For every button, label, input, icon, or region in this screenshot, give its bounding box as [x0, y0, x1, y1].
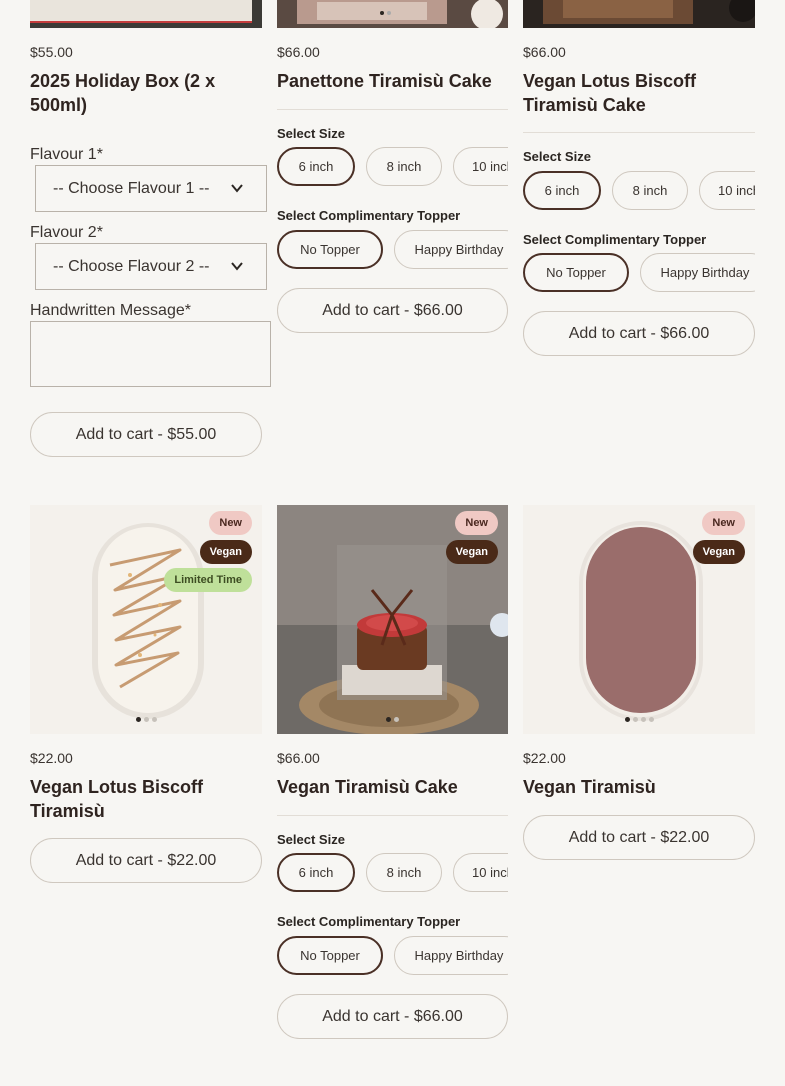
add-to-cart-button[interactable]: Add to cart - $22.00 [30, 838, 262, 883]
product-card-lotus-tiramisu: New Vegan Limited Time $22.00 Vegan Lotu… [30, 505, 262, 885]
chevron-down-icon [231, 262, 243, 271]
size-option-10[interactable]: 10 inch [453, 147, 508, 186]
add-to-cart-button[interactable]: Add to cart - $55.00 [30, 412, 262, 457]
topper-option-birthday[interactable]: Happy Birthday [394, 936, 508, 975]
product-price: $66.00 [277, 44, 320, 60]
badge-limited-time: Limited Time [164, 568, 252, 592]
flavour1-select[interactable]: -- Choose Flavour 1 -- [35, 165, 267, 212]
badge-new: New [455, 511, 498, 535]
product-card-panettone: $66.00 Panettone Tiramisù Cake Select Si… [277, 0, 508, 340]
flavour2-select[interactable]: -- Choose Flavour 2 -- [35, 243, 267, 290]
product-card-holiday-box: $55.00 2025 Holiday Box (2 x 500ml) Flav… [30, 0, 271, 470]
carousel-dots[interactable] [523, 717, 755, 722]
product-title[interactable]: Vegan Tiramisù Cake [277, 775, 509, 799]
topper-options: No Topper Happy Birthday [277, 935, 508, 977]
topper-option-birthday[interactable]: Happy Birthday [394, 230, 508, 269]
topper-options: No Topper Happy Birthday [277, 229, 508, 271]
badge-vegan: Vegan [692, 540, 745, 564]
message-textarea[interactable] [30, 321, 271, 387]
product-image-lotus-cake[interactable] [523, 0, 755, 28]
size-option-8[interactable]: 8 inch [366, 147, 442, 186]
product-title[interactable]: 2025 Holiday Box (2 x 500ml) [30, 69, 262, 117]
product-image-panettone[interactable] [277, 0, 508, 28]
chevron-down-icon [231, 184, 243, 193]
badge-new: New [702, 511, 745, 535]
divider [277, 109, 508, 110]
badge-new: New [209, 511, 252, 535]
size-label: Select Size [277, 832, 345, 847]
product-price: $66.00 [523, 44, 566, 60]
divider [523, 132, 755, 133]
product-title[interactable]: Vegan Tiramisù [523, 775, 755, 799]
topper-label: Select Complimentary Topper [277, 208, 461, 223]
size-option-6[interactable]: 6 inch [277, 147, 355, 186]
divider [277, 815, 508, 816]
topper-option-none[interactable]: No Topper [523, 253, 629, 292]
carousel-dots[interactable] [30, 717, 262, 722]
topper-label: Select Complimentary Topper [523, 232, 707, 247]
add-to-cart-button[interactable]: Add to cart - $66.00 [277, 994, 508, 1039]
product-price: $22.00 [30, 750, 73, 766]
product-title[interactable]: Panettone Tiramisù Cake [277, 69, 509, 93]
product-image-vegan-cake[interactable]: New Vegan [277, 505, 508, 734]
size-options: 6 inch 8 inch 10 inch [523, 170, 755, 212]
size-label: Select Size [523, 149, 591, 164]
product-image-vegan-tiramisu[interactable]: New Vegan [523, 505, 755, 734]
size-option-8[interactable]: 8 inch [366, 853, 442, 892]
size-option-10[interactable]: 10 inch [453, 853, 508, 892]
size-option-6[interactable]: 6 inch [523, 171, 601, 210]
product-title[interactable]: Vegan Lotus Biscoff Tiramisù [30, 775, 262, 823]
flavour2-value: -- Choose Flavour 2 -- [53, 257, 210, 275]
flavour1-value: -- Choose Flavour 1 -- [53, 179, 210, 197]
add-to-cart-button[interactable]: Add to cart - $66.00 [277, 288, 508, 333]
size-options: 6 inch 8 inch 10 inch [277, 146, 508, 188]
size-option-6[interactable]: 6 inch [277, 853, 355, 892]
add-to-cart-button[interactable]: Add to cart - $66.00 [523, 311, 755, 356]
flavour2-label: Flavour 2* [30, 224, 103, 241]
product-price: $55.00 [30, 44, 73, 60]
topper-option-birthday[interactable]: Happy Birthday [640, 253, 755, 292]
badge-vegan: Vegan [445, 540, 498, 564]
carousel-dots[interactable] [277, 717, 508, 722]
topper-label: Select Complimentary Topper [277, 914, 461, 929]
product-image-holiday-box[interactable] [30, 0, 262, 28]
badge-vegan: Vegan [199, 540, 252, 564]
size-option-8[interactable]: 8 inch [612, 171, 688, 210]
topper-options: No Topper Happy Birthday [523, 252, 755, 294]
topper-option-none[interactable]: No Topper [277, 230, 383, 269]
product-card-vegan-tiramisu: New Vegan $22.00 Vegan Tiramisù Add to c… [523, 505, 755, 865]
product-price: $66.00 [277, 750, 320, 766]
product-price: $22.00 [523, 750, 566, 766]
product-card-vegan-cake: New Vegan $66.00 Vegan Tiramisù Cake Sel… [277, 505, 508, 1045]
size-label: Select Size [277, 126, 345, 141]
topper-option-none[interactable]: No Topper [277, 936, 383, 975]
product-title[interactable]: Vegan Lotus Biscoff Tiramisù Cake [523, 69, 755, 117]
add-to-cart-button[interactable]: Add to cart - $22.00 [523, 815, 755, 860]
size-option-10[interactable]: 10 inch [699, 171, 755, 210]
message-label: Handwritten Message* [30, 302, 191, 319]
product-card-lotus-cake: $66.00 Vegan Lotus Biscoff Tiramisù Cake… [523, 0, 755, 360]
product-image-lotus-tiramisu[interactable]: New Vegan Limited Time [30, 505, 262, 734]
size-options: 6 inch 8 inch 10 inch [277, 852, 508, 894]
flavour1-label: Flavour 1* [30, 146, 103, 163]
